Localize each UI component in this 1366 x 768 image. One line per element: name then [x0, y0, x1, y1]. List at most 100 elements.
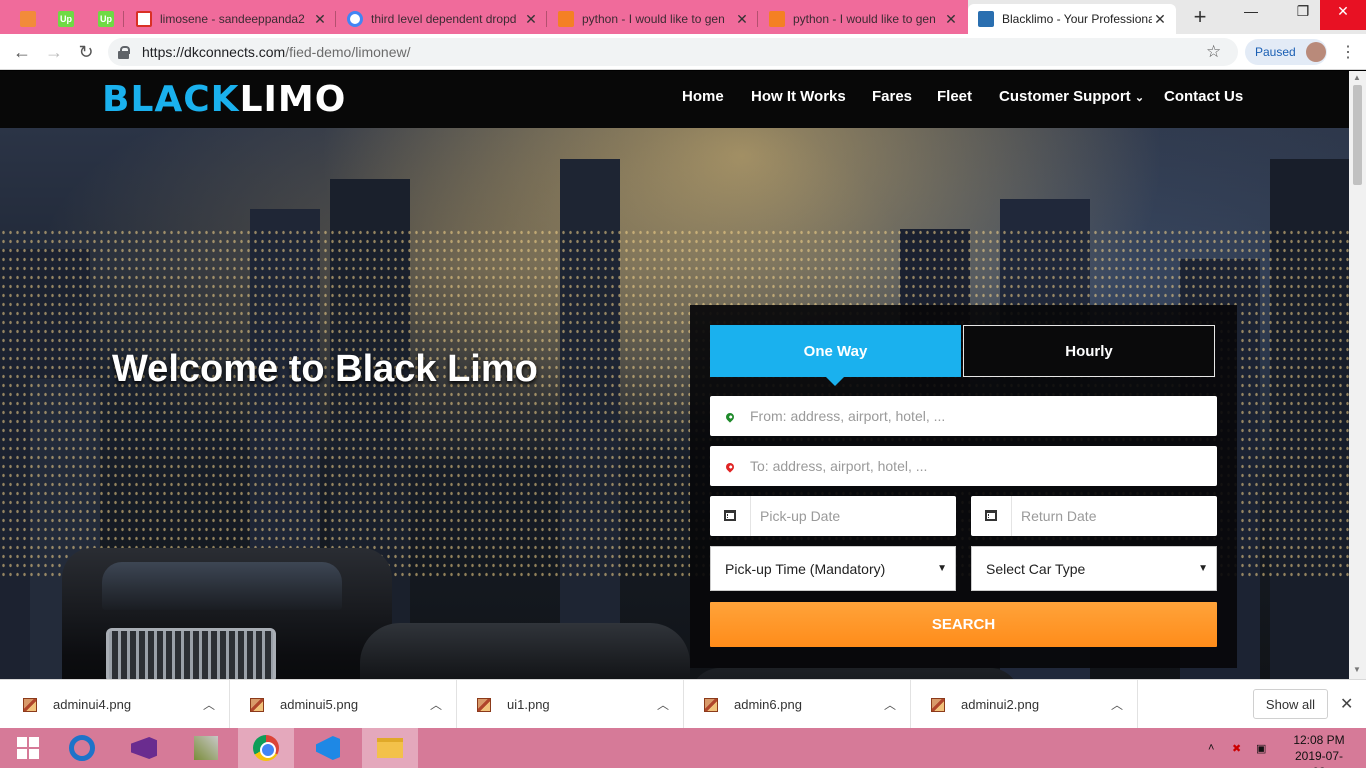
- download-filename: adminui4.png: [53, 697, 132, 712]
- file-explorer-taskbar-icon[interactable]: [362, 728, 418, 768]
- return-date-placeholder: Return Date: [1021, 508, 1097, 524]
- map-marker-red-icon: [722, 458, 738, 474]
- back-arrow-icon[interactable]: ←: [10, 40, 34, 64]
- to-address-input[interactable]: To: address, airport, hotel, ...: [710, 446, 1217, 486]
- car-type-select[interactable]: Select Car Type ▼: [971, 546, 1217, 591]
- pickup-date-placeholder: Pick-up Date: [760, 508, 841, 524]
- pickup-time-select[interactable]: Pick-up Time (Mandatory) ▼: [710, 546, 956, 591]
- tab-stackoverflow-1[interactable]: python - I would like to gen ✕: [548, 4, 758, 34]
- close-tab-icon[interactable]: ✕: [1152, 11, 1168, 28]
- calendar-icon: [983, 508, 999, 524]
- tab-one-way[interactable]: One Way: [710, 325, 961, 386]
- download-item[interactable]: admin6.png ︿: [684, 680, 911, 729]
- nav-fleet[interactable]: Fleet: [937, 88, 972, 105]
- nav-how-it-works[interactable]: How It Works: [751, 88, 846, 105]
- page-scrollbar[interactable]: ▲ ▼: [1349, 71, 1366, 679]
- upwork-icon: Up: [58, 11, 74, 27]
- image-file-icon: [704, 697, 718, 712]
- internet-explorer-icon[interactable]: [54, 728, 110, 768]
- pinned-tab-upwork-1[interactable]: Up: [52, 4, 80, 34]
- download-item[interactable]: ui1.png ︿: [457, 680, 684, 729]
- tab-title: Blacklimo - Your Professiona: [1002, 12, 1152, 26]
- hero-section: Welcome to Black Limo One Way Hourly Fro…: [0, 128, 1349, 679]
- close-shelf-icon[interactable]: ✕: [1340, 694, 1353, 714]
- address-bar[interactable]: https://dkconnects.com/fied-demo/limonew…: [108, 38, 1238, 66]
- scroll-thumb[interactable]: [1353, 85, 1362, 185]
- bookmark-star-icon[interactable]: ☆: [1206, 42, 1221, 62]
- system-clock[interactable]: 12:08 PM 2019-07-03: [1290, 732, 1348, 768]
- network-status-icon[interactable]: ✖: [1232, 728, 1241, 768]
- nav-contact-us[interactable]: Contact Us: [1164, 88, 1243, 105]
- minimize-button[interactable]: —: [1228, 0, 1274, 30]
- chevron-up-icon[interactable]: ︿: [870, 696, 910, 713]
- download-item[interactable]: adminui5.png ︿: [230, 680, 457, 729]
- chrome-taskbar-icon[interactable]: [238, 728, 294, 768]
- vscode-taskbar-icon[interactable]: [300, 728, 356, 768]
- tab-title: python - I would like to gen: [582, 12, 725, 26]
- pinned-tab-orange[interactable]: [10, 4, 46, 34]
- image-file-icon: [931, 697, 945, 712]
- browser-tab-strip: Up Up limosene - sandeeppanda2 ✕ third l…: [0, 0, 1366, 34]
- return-date-input[interactable]: Return Date: [971, 496, 1217, 536]
- hero-title: Welcome to Black Limo: [112, 348, 538, 390]
- logo-part-black: BLACK: [102, 79, 240, 120]
- tab-gmail[interactable]: limosene - sandeeppanda2 ✕: [126, 4, 336, 34]
- reload-icon[interactable]: ↻: [74, 40, 98, 64]
- upwork-icon: Up: [98, 11, 114, 27]
- suv-car-image: [62, 548, 392, 679]
- scroll-down-arrow-icon[interactable]: ▼: [1353, 665, 1361, 674]
- new-tab-button[interactable]: +: [1188, 6, 1212, 30]
- close-tab-icon[interactable]: ✕: [734, 11, 750, 28]
- download-filename: adminui5.png: [280, 697, 359, 712]
- orange-app-icon: [20, 11, 36, 27]
- tab-google-search[interactable]: third level dependent dropd ✕: [337, 4, 547, 34]
- chevron-up-icon[interactable]: ︿: [643, 696, 683, 713]
- start-button[interactable]: [0, 728, 56, 768]
- forward-arrow-icon[interactable]: →: [42, 40, 66, 64]
- tools-icon: [194, 736, 218, 760]
- chevron-up-icon[interactable]: ︿: [416, 696, 456, 713]
- close-tab-icon[interactable]: ✕: [943, 11, 959, 28]
- profile-button[interactable]: Paused: [1245, 39, 1327, 65]
- field-divider: [1011, 496, 1012, 536]
- search-button[interactable]: SEARCH: [710, 602, 1217, 647]
- tab-hourly[interactable]: Hourly: [963, 325, 1215, 377]
- close-tab-icon[interactable]: ✕: [312, 11, 328, 28]
- speaker-icon[interactable]: ▣: [1256, 728, 1266, 768]
- nav-home[interactable]: Home: [682, 88, 724, 105]
- tab-title: limosene - sandeeppanda2: [160, 12, 305, 26]
- menu-kebab-icon[interactable]: ⋮: [1340, 42, 1356, 62]
- visual-studio-icon[interactable]: [116, 728, 172, 768]
- nav-fares[interactable]: Fares: [872, 88, 912, 105]
- download-item[interactable]: adminui2.png ︿: [911, 680, 1138, 729]
- download-filename: admin6.png: [734, 697, 802, 712]
- chevron-up-icon[interactable]: ︿: [189, 696, 229, 713]
- download-item[interactable]: adminui4.png ︿: [3, 680, 230, 729]
- logo-part-limo: LIMO: [239, 79, 347, 120]
- url-host: dkconnects.com: [184, 44, 286, 60]
- pinned-tab-upwork-2[interactable]: Up: [88, 4, 124, 34]
- vs-icon: [131, 737, 157, 759]
- tray-chevron-up-icon[interactable]: ˄: [1208, 728, 1214, 768]
- stackoverflow-icon: [558, 11, 574, 27]
- chevron-up-icon[interactable]: ︿: [1097, 696, 1137, 713]
- ie-icon: [69, 735, 95, 761]
- calendar-icon: [722, 508, 738, 524]
- image-file-icon: [23, 697, 37, 712]
- site-logo[interactable]: BLACKLIMO: [102, 80, 346, 120]
- show-desktop-button[interactable]: [1352, 728, 1366, 768]
- window-close-button[interactable]: ✕: [1320, 0, 1366, 30]
- scroll-up-arrow-icon[interactable]: ▲: [1353, 73, 1361, 82]
- tab-blacklimo[interactable]: Blacklimo - Your Professiona ✕: [968, 4, 1176, 34]
- from-address-input[interactable]: From: address, airport, hotel, ...: [710, 396, 1217, 436]
- limo-icon: [978, 11, 994, 27]
- show-all-downloads-button[interactable]: Show all: [1253, 689, 1328, 719]
- pickup-date-input[interactable]: Pick-up Date: [710, 496, 956, 536]
- close-tab-icon[interactable]: ✕: [523, 11, 539, 28]
- tab-stackoverflow-2[interactable]: python - I would like to gen ✕: [759, 4, 967, 34]
- dropdown-caret-icon: ▼: [937, 563, 947, 574]
- tools-app-icon[interactable]: [178, 728, 234, 768]
- nav-customer-support[interactable]: Customer Support ⌄: [999, 88, 1144, 105]
- image-file-icon: [477, 697, 491, 712]
- tab-title: python - I would like to gen: [793, 12, 936, 26]
